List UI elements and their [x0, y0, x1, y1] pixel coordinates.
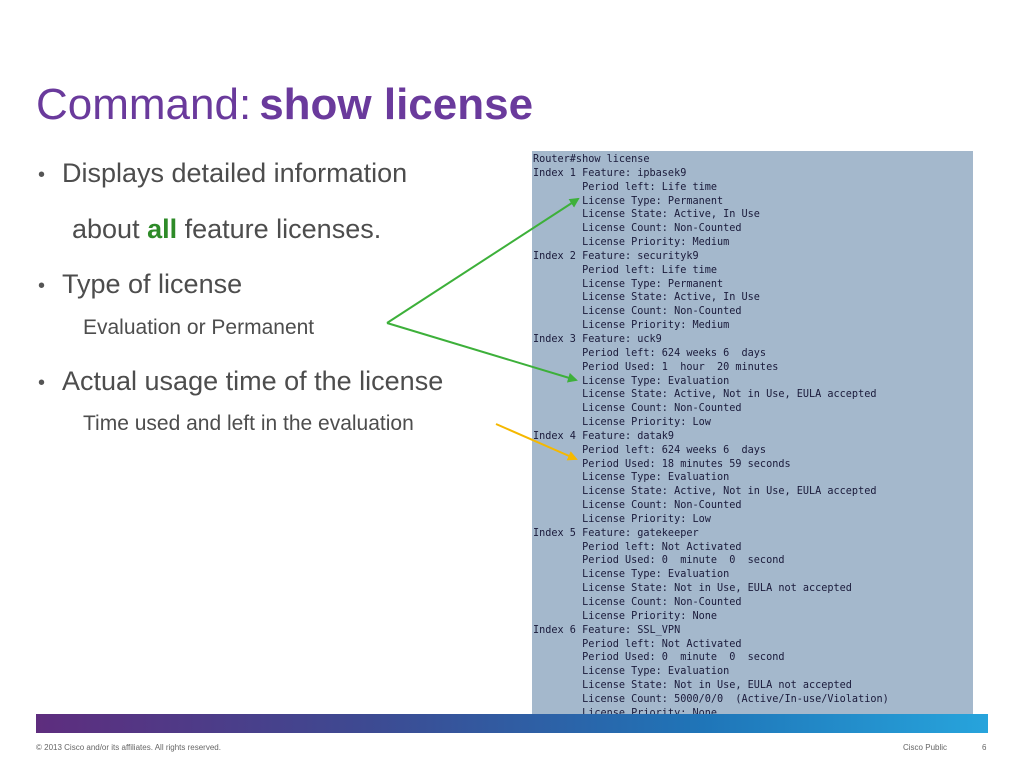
page-number: 6: [982, 743, 987, 752]
arrow-to-permanent: [386, 197, 580, 324]
arrow-to-evaluation: [386, 322, 578, 383]
footer-gradient-bar: [36, 714, 988, 733]
footer-copyright: © 2013 Cisco and/or its affiliates. All …: [36, 743, 221, 752]
callout-arrows: [386, 197, 580, 461]
footer-classification: Cisco Public: [903, 743, 948, 752]
arrow-to-period-used: [495, 423, 578, 461]
